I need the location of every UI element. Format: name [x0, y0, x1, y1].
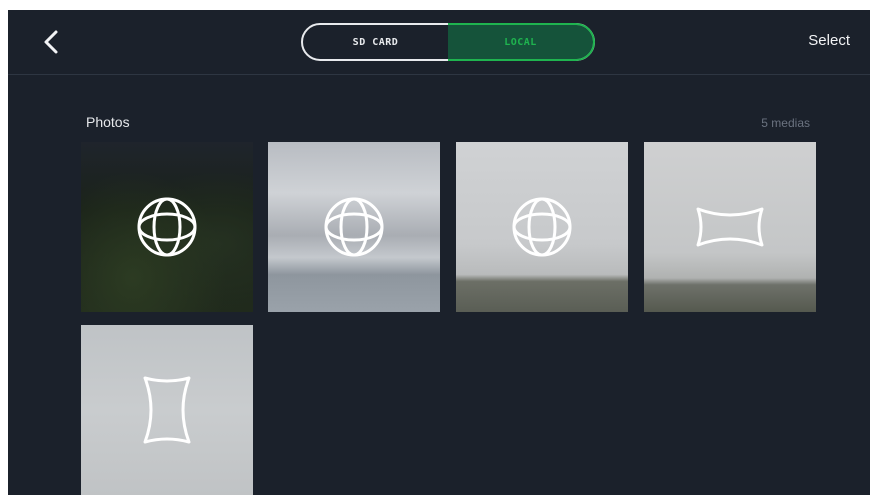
tab-local-label: LOCAL: [504, 36, 537, 48]
media-thumbnail[interactable]: [268, 142, 440, 312]
section-title: Photos: [86, 114, 130, 130]
sphere-icon: [512, 197, 572, 257]
tab-local[interactable]: LOCAL: [448, 25, 593, 59]
media-thumbnail[interactable]: [644, 142, 816, 312]
select-button[interactable]: Select: [808, 32, 850, 49]
horizontal-panorama-icon: [696, 207, 764, 247]
top-bar: SD CARD LOCAL Select: [8, 10, 870, 75]
sphere-icon: [324, 197, 384, 257]
media-thumbnail[interactable]: [456, 142, 628, 312]
media-count: 5 medias: [761, 116, 810, 130]
chevron-left-icon: [44, 30, 58, 54]
app-window: SD CARD LOCAL Select Photos 5 medias: [8, 10, 870, 495]
tab-sd-card-label: SD CARD: [352, 36, 399, 48]
storage-segmented-control: SD CARD LOCAL: [301, 23, 595, 61]
tab-sd-card[interactable]: SD CARD: [303, 25, 448, 59]
media-thumbnail[interactable]: [81, 325, 253, 495]
back-button[interactable]: [38, 27, 66, 57]
media-thumbnail[interactable]: [81, 142, 253, 312]
sphere-icon: [137, 197, 197, 257]
vertical-panorama-icon: [143, 376, 191, 444]
